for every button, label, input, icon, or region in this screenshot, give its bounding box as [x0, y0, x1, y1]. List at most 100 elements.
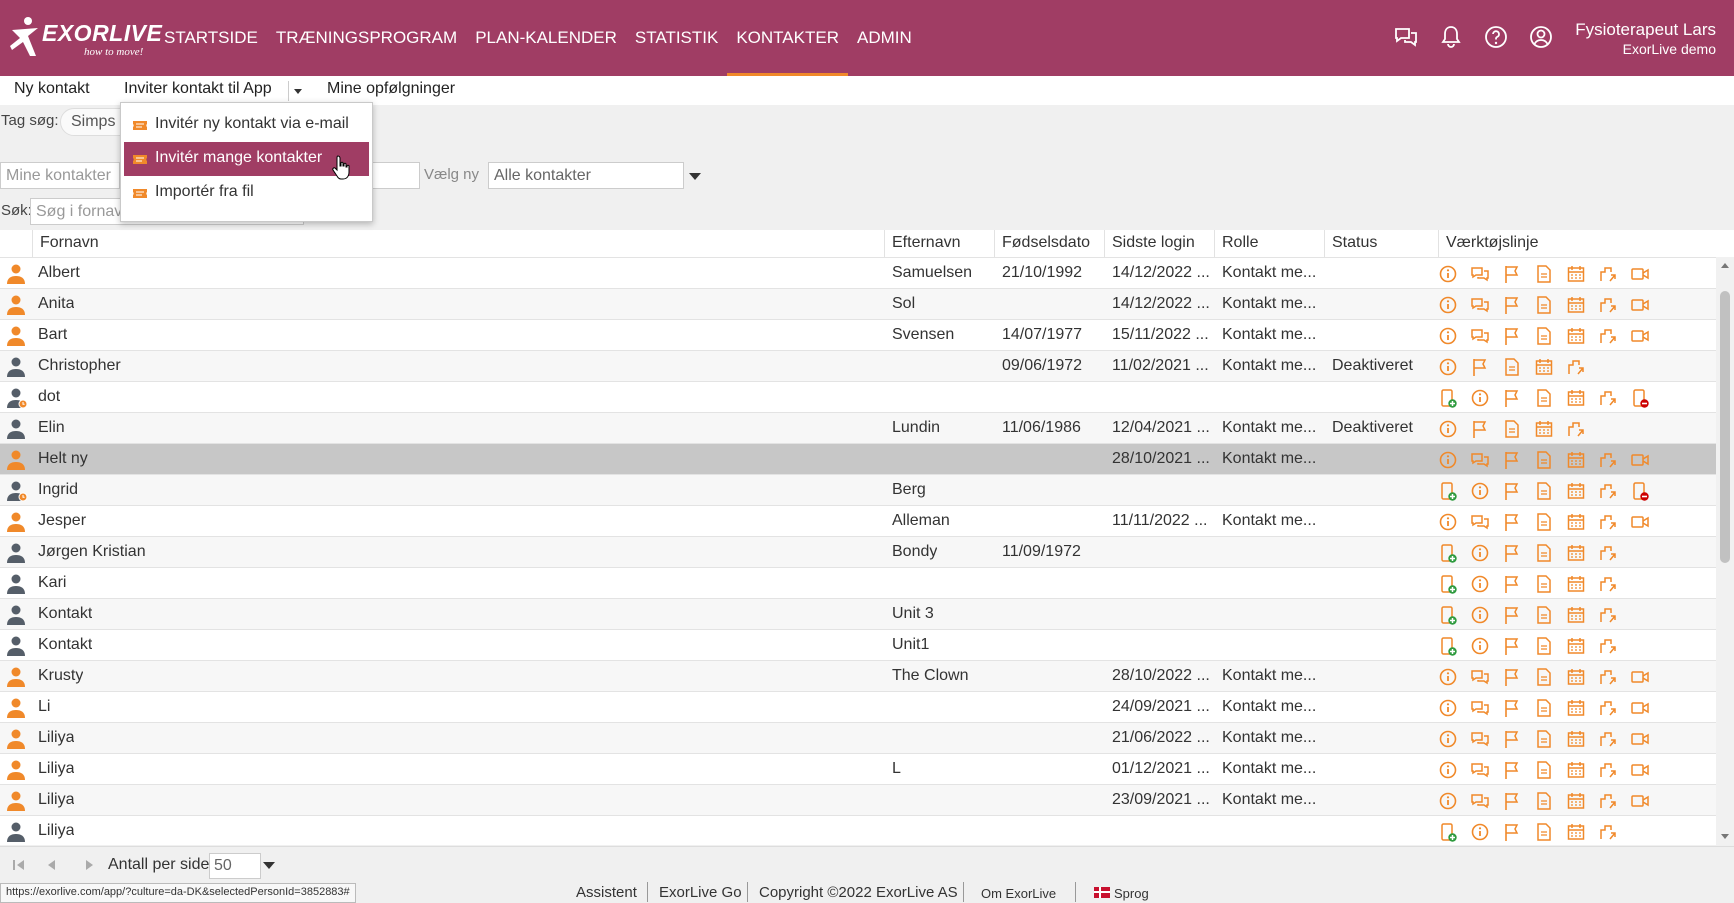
- user-menu[interactable]: Fysioterapeut Lars ExorLive demo: [1575, 20, 1716, 57]
- document-icon[interactable]: [1534, 698, 1554, 718]
- video-icon[interactable]: [1630, 667, 1650, 687]
- flag-icon[interactable]: [1502, 698, 1522, 718]
- flag-icon[interactable]: [1502, 326, 1522, 346]
- contact-row[interactable]: Liliya 21/06/2022 ... Kontakt me...: [0, 722, 1716, 753]
- flag-icon[interactable]: [1502, 605, 1522, 625]
- col-birthdate-header[interactable]: Fødselsdato: [994, 230, 1104, 257]
- video-icon[interactable]: [1630, 326, 1650, 346]
- contact-row[interactable]: Helt ny 28/10/2021 ... Kontakt me...: [0, 443, 1716, 474]
- info-icon[interactable]: [1470, 605, 1490, 625]
- program-icon[interactable]: [1598, 760, 1618, 780]
- program-icon[interactable]: [1598, 388, 1618, 408]
- bell-icon[interactable]: [1438, 24, 1464, 50]
- user-circle-icon[interactable]: [1528, 24, 1554, 50]
- danish-flag-icon[interactable]: [1094, 887, 1110, 898]
- nav-admin[interactable]: ADMIN: [848, 0, 921, 76]
- document-icon[interactable]: [1534, 388, 1554, 408]
- document-icon[interactable]: [1534, 791, 1554, 811]
- program-icon[interactable]: [1598, 729, 1618, 749]
- video-icon[interactable]: [1630, 450, 1650, 470]
- calendar-icon[interactable]: [1566, 667, 1586, 687]
- invite-contact-button[interactable]: Inviter kontakt til App: [124, 80, 272, 98]
- nav-startside[interactable]: STARTSIDE: [155, 0, 267, 76]
- chat-icon[interactable]: [1470, 791, 1490, 811]
- my-contacts-filter[interactable]: Mine kontakter: [0, 162, 120, 189]
- flag-icon[interactable]: [1502, 512, 1522, 532]
- contact-row[interactable]: dot: [0, 381, 1716, 412]
- app-invite-icon[interactable]: [1438, 605, 1458, 625]
- program-icon[interactable]: [1598, 574, 1618, 594]
- calendar-icon[interactable]: [1534, 419, 1554, 439]
- program-icon[interactable]: [1598, 450, 1618, 470]
- document-icon[interactable]: [1534, 760, 1554, 780]
- chat-icon[interactable]: [1470, 667, 1490, 687]
- calendar-icon[interactable]: [1566, 543, 1586, 563]
- document-icon[interactable]: [1534, 295, 1554, 315]
- document-icon[interactable]: [1534, 822, 1554, 842]
- exorlive-logo[interactable]: EXORLIVE how to move!: [8, 14, 162, 62]
- info-icon[interactable]: [1438, 326, 1458, 346]
- contact-row[interactable]: Li 24/09/2021 ... Kontakt me...: [0, 691, 1716, 722]
- program-icon[interactable]: [1598, 512, 1618, 532]
- app-invite-icon[interactable]: [1438, 481, 1458, 501]
- info-icon[interactable]: [1470, 636, 1490, 656]
- app-invite-icon[interactable]: [1438, 543, 1458, 563]
- calendar-icon[interactable]: [1566, 605, 1586, 625]
- assistant-link[interactable]: Assistent: [576, 884, 637, 901]
- contact-row[interactable]: Kontakt Unit 3: [0, 598, 1716, 629]
- calendar-icon[interactable]: [1566, 822, 1586, 842]
- contact-row[interactable]: Jørgen Kristian Bondy 11/09/1972: [0, 536, 1716, 567]
- calendar-icon[interactable]: [1534, 357, 1554, 377]
- contact-row[interactable]: Liliya L 01/12/2021 ... Kontakt me...: [0, 753, 1716, 784]
- chat-icon[interactable]: [1470, 295, 1490, 315]
- calendar-icon[interactable]: [1566, 326, 1586, 346]
- nav-træningsprogram[interactable]: TRÆNINGSPROGRAM: [267, 0, 466, 76]
- flag-icon[interactable]: [1502, 481, 1522, 501]
- video-icon[interactable]: [1630, 295, 1650, 315]
- per-page-caret-icon[interactable]: [263, 862, 275, 869]
- document-icon[interactable]: [1502, 419, 1522, 439]
- program-icon[interactable]: [1566, 419, 1586, 439]
- info-icon[interactable]: [1438, 264, 1458, 284]
- program-icon[interactable]: [1598, 326, 1618, 346]
- flag-icon[interactable]: [1470, 419, 1490, 439]
- chat-icon[interactable]: [1470, 760, 1490, 780]
- invite-via-email-item[interactable]: Invitér ny kontakt via e-mail: [124, 108, 369, 142]
- help-icon[interactable]: [1483, 24, 1509, 50]
- info-icon[interactable]: [1438, 698, 1458, 718]
- program-icon[interactable]: [1598, 295, 1618, 315]
- app-remove-icon[interactable]: [1630, 388, 1650, 408]
- calendar-icon[interactable]: [1566, 450, 1586, 470]
- flag-icon[interactable]: [1502, 760, 1522, 780]
- contact-row[interactable]: Kontakt Unit1: [0, 629, 1716, 660]
- col-role-header[interactable]: Rolle: [1214, 230, 1324, 257]
- chat-icon[interactable]: [1470, 326, 1490, 346]
- document-icon[interactable]: [1534, 450, 1554, 470]
- program-icon[interactable]: [1598, 264, 1618, 284]
- calendar-icon[interactable]: [1566, 636, 1586, 656]
- contact-row[interactable]: Jesper Alleman 11/11/2022 ... Kontakt me...: [0, 505, 1716, 536]
- col-firstname-header[interactable]: Fornavn: [32, 230, 884, 257]
- app-invite-icon[interactable]: [1438, 636, 1458, 656]
- app-remove-icon[interactable]: [1630, 481, 1650, 501]
- info-icon[interactable]: [1438, 760, 1458, 780]
- info-icon[interactable]: [1438, 791, 1458, 811]
- document-icon[interactable]: [1534, 729, 1554, 749]
- flag-icon[interactable]: [1502, 543, 1522, 563]
- flag-icon[interactable]: [1502, 388, 1522, 408]
- info-icon[interactable]: [1470, 481, 1490, 501]
- calendar-icon[interactable]: [1566, 729, 1586, 749]
- info-icon[interactable]: [1438, 450, 1458, 470]
- flag-icon[interactable]: [1502, 574, 1522, 594]
- info-icon[interactable]: [1438, 357, 1458, 377]
- new-contact-button[interactable]: Ny kontakt: [14, 80, 90, 98]
- scroll-thumb[interactable]: [1720, 291, 1730, 563]
- contact-row[interactable]: Kari: [0, 567, 1716, 598]
- document-icon[interactable]: [1534, 636, 1554, 656]
- program-icon[interactable]: [1598, 791, 1618, 811]
- contact-row[interactable]: Anita Sol 14/12/2022 ... Kontakt me...: [0, 288, 1716, 319]
- document-icon[interactable]: [1534, 605, 1554, 625]
- contact-row[interactable]: Albert Samuelsen 21/10/1992 14/12/2022 ... K…: [0, 257, 1716, 288]
- video-icon[interactable]: [1630, 729, 1650, 749]
- document-icon[interactable]: [1502, 357, 1522, 377]
